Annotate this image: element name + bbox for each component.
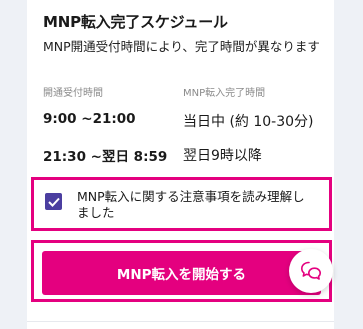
chat-button[interactable] [289,249,333,293]
schedule-title: MNP転入完了スケジュール [43,13,228,31]
row-1-end: 当日中 (約 10-30分) [183,114,314,130]
schedule-description: MNP開通受付時間により、完了時間が異なります [43,39,320,54]
chat-bubbles-icon [301,261,321,280]
agreement-checkbox[interactable] [45,193,62,210]
start-mnp-button[interactable]: MNP転入を開始する [42,251,321,295]
row-2-end: 翌日9時以降 [183,148,262,164]
checkmark-icon [47,197,60,207]
agreement-label[interactable]: MNP転入に関する注意事項を読み理解しました [77,189,317,221]
header-start-time: 開通受付時間 [43,88,103,99]
row-1-start: 9:00 ~21:00 [43,111,136,127]
card-bottom-divider [27,321,334,322]
row-2-start: 21:30 ~翌日 8:59 [43,149,168,165]
header-completion-time: MNP転入完了時間 [183,88,266,99]
